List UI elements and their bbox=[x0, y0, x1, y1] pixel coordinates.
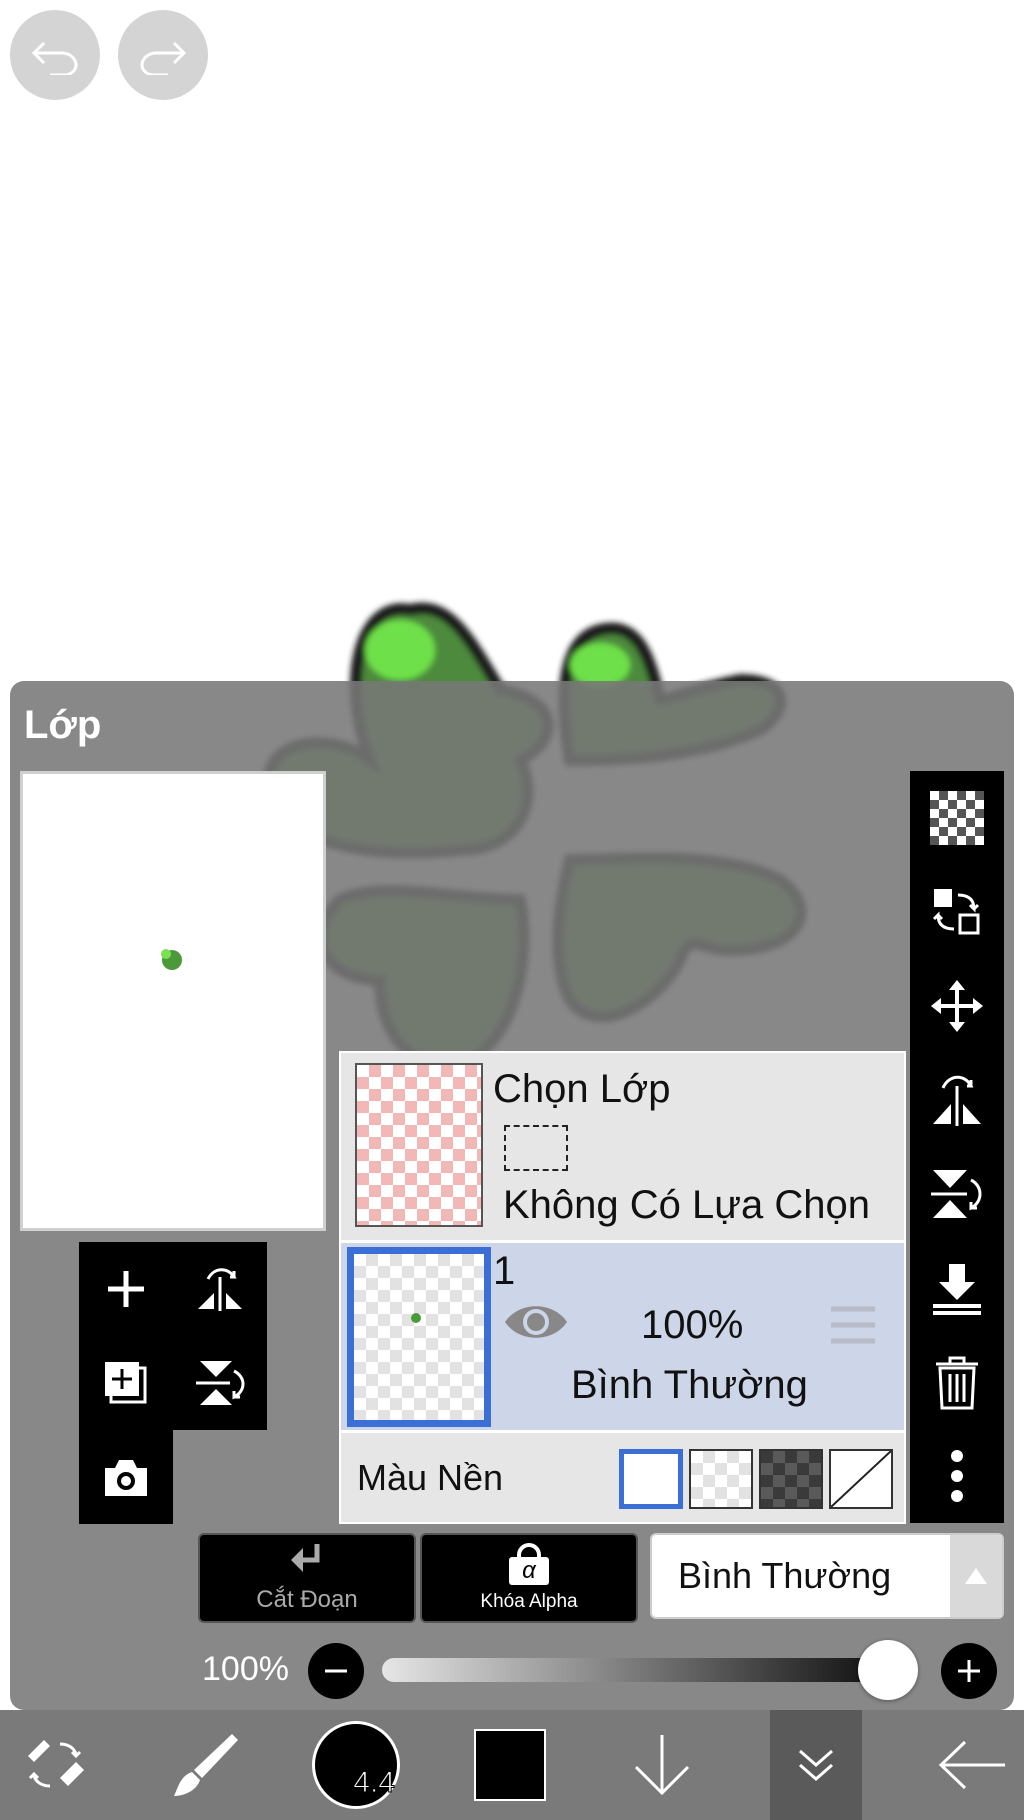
swap-layer-button[interactable] bbox=[910, 865, 1004, 959]
bottom-toolbar: 4.4 bbox=[0, 1710, 1024, 1820]
flip-vertical-icon bbox=[931, 1170, 982, 1218]
brush-eraser-toggle-icon bbox=[28, 1740, 84, 1788]
no-background-icon bbox=[830, 1450, 892, 1508]
merge-down-icon bbox=[933, 1264, 981, 1315]
color-button[interactable] bbox=[468, 1710, 552, 1820]
merge-down-button[interactable] bbox=[910, 1241, 1004, 1335]
background-white-option[interactable] bbox=[619, 1449, 683, 1509]
redo-button[interactable] bbox=[118, 10, 208, 100]
camera-icon bbox=[105, 1460, 147, 1496]
redo-icon bbox=[140, 41, 187, 75]
drag-handle-icon bbox=[831, 1306, 875, 1344]
selection-marquee-icon bbox=[504, 1125, 568, 1171]
move-button[interactable] bbox=[910, 959, 1004, 1053]
add-layer-button[interactable] bbox=[79, 1242, 173, 1336]
flip-horizontal-right-button[interactable] bbox=[910, 1053, 1004, 1147]
right-toolbar bbox=[910, 771, 1004, 1523]
layer-thumbnail-drawing bbox=[411, 1313, 421, 1323]
move-icon bbox=[931, 980, 983, 1032]
opacity-increase-button[interactable] bbox=[941, 1643, 997, 1699]
preview-thumbnail-drawing bbox=[161, 949, 182, 970]
arrow-down-icon bbox=[634, 1735, 690, 1796]
layers-list: Chọn Lớp Không Có Lựa Chọn 1 100% Bình T… bbox=[339, 1051, 906, 1524]
clipping-label: Cắt Đoạn bbox=[256, 1586, 358, 1613]
alpha-symbol: α bbox=[509, 1557, 549, 1585]
camera-button[interactable] bbox=[79, 1430, 173, 1524]
flip-vertical-button[interactable] bbox=[173, 1336, 267, 1430]
opacity-slider-track[interactable] bbox=[382, 1658, 918, 1682]
opacity-value-label: 100% bbox=[202, 1650, 289, 1688]
layer-thumbnail bbox=[347, 1247, 491, 1427]
clipping-button[interactable]: Cắt Đoạn bbox=[198, 1533, 416, 1623]
blend-mode-value: Bình Thường bbox=[678, 1555, 892, 1596]
transparency-button[interactable] bbox=[910, 771, 1004, 865]
opacity-slider-thumb[interactable] bbox=[858, 1640, 918, 1700]
minus-icon bbox=[325, 1669, 347, 1673]
lock-icon: α bbox=[509, 1543, 549, 1585]
opacity-slider-row: 100% bbox=[10, 1636, 1014, 1706]
blend-mode-arrow[interactable] bbox=[950, 1535, 1002, 1617]
layer-visibility-toggle[interactable] bbox=[503, 1299, 569, 1350]
arrow-left-icon bbox=[938, 1740, 1005, 1790]
checkerboard-icon bbox=[930, 791, 984, 845]
brush-size-indicator: 4.4 bbox=[312, 1721, 400, 1809]
brush-tool-button[interactable] bbox=[160, 1710, 250, 1820]
duplicate-layer-icon bbox=[105, 1362, 147, 1404]
quick-tools-button[interactable] bbox=[10, 1710, 100, 1820]
layer-blend-mode: Bình Thường bbox=[571, 1363, 808, 1407]
layer-opacity: 100% bbox=[641, 1303, 744, 1347]
layer-name: 1 bbox=[493, 1249, 516, 1293]
delete-layer-button[interactable] bbox=[910, 1335, 1004, 1429]
flip-vertical-right-button[interactable] bbox=[910, 1147, 1004, 1241]
move-down-button[interactable] bbox=[620, 1710, 704, 1820]
selection-layer-thumbnail bbox=[355, 1063, 483, 1227]
app-screen: Lớp Chọn Lớp Không Có Lựa Chọn 1 100% Bì… bbox=[0, 0, 1024, 1820]
plus-icon bbox=[108, 1271, 144, 1307]
undo-button[interactable] bbox=[10, 10, 100, 100]
background-dark-option[interactable] bbox=[759, 1449, 823, 1509]
duplicate-layer-button[interactable] bbox=[79, 1336, 173, 1430]
selection-layer-row[interactable]: Chọn Lớp Không Có Lựa Chọn bbox=[341, 1053, 904, 1240]
canvas-preview[interactable] bbox=[20, 771, 326, 1231]
layers-panel-button[interactable] bbox=[770, 1710, 862, 1820]
more-vertical-icon bbox=[951, 1450, 963, 1502]
layer-panel: Lớp Chọn Lớp Không Có Lựa Chọn 1 100% Bì… bbox=[10, 681, 1014, 1710]
flip-vertical-icon bbox=[196, 1361, 245, 1405]
selection-layer-title: Chọn Lớp bbox=[493, 1067, 671, 1111]
flip-horizontal-icon bbox=[933, 1075, 981, 1126]
drag-handle[interactable] bbox=[829, 1303, 877, 1352]
trash-icon bbox=[936, 1356, 978, 1410]
double-chevron-down-icon bbox=[799, 1749, 833, 1781]
panel-title: Lớp bbox=[24, 703, 102, 747]
blend-mode-dropdown[interactable]: Bình Thường bbox=[650, 1533, 1004, 1619]
layer-row[interactable]: 1 100% Bình Thường bbox=[341, 1243, 904, 1430]
flip-horizontal-icon bbox=[198, 1268, 242, 1311]
current-color-swatch bbox=[474, 1729, 546, 1801]
background-color-row: Màu Nền bbox=[341, 1433, 904, 1522]
triangle-up-icon bbox=[965, 1568, 987, 1584]
brush-icon bbox=[174, 1734, 238, 1796]
flip-horizontal-button[interactable] bbox=[173, 1242, 267, 1336]
background-transparent-option[interactable] bbox=[689, 1449, 753, 1509]
undo-icon bbox=[31, 41, 78, 75]
alpha-lock-button[interactable]: α Khóa Alpha bbox=[420, 1533, 638, 1623]
brush-size-button[interactable]: 4.4 bbox=[310, 1710, 402, 1820]
selection-layer-status: Không Có Lựa Chọn bbox=[503, 1183, 871, 1227]
alpha-lock-label: Khóa Alpha bbox=[480, 1591, 578, 1612]
swap-icon bbox=[932, 889, 980, 935]
background-color-label: Màu Nền bbox=[357, 1457, 504, 1498]
back-button[interactable] bbox=[930, 1710, 1014, 1820]
clip-arrow-icon bbox=[291, 1544, 320, 1572]
more-options-button[interactable] bbox=[910, 1429, 1004, 1523]
plus-icon bbox=[958, 1660, 980, 1682]
eye-icon bbox=[505, 1306, 567, 1338]
brush-size-value: 4.4 bbox=[353, 1766, 396, 1800]
background-none-option[interactable] bbox=[829, 1449, 893, 1509]
opacity-decrease-button[interactable] bbox=[308, 1643, 364, 1699]
